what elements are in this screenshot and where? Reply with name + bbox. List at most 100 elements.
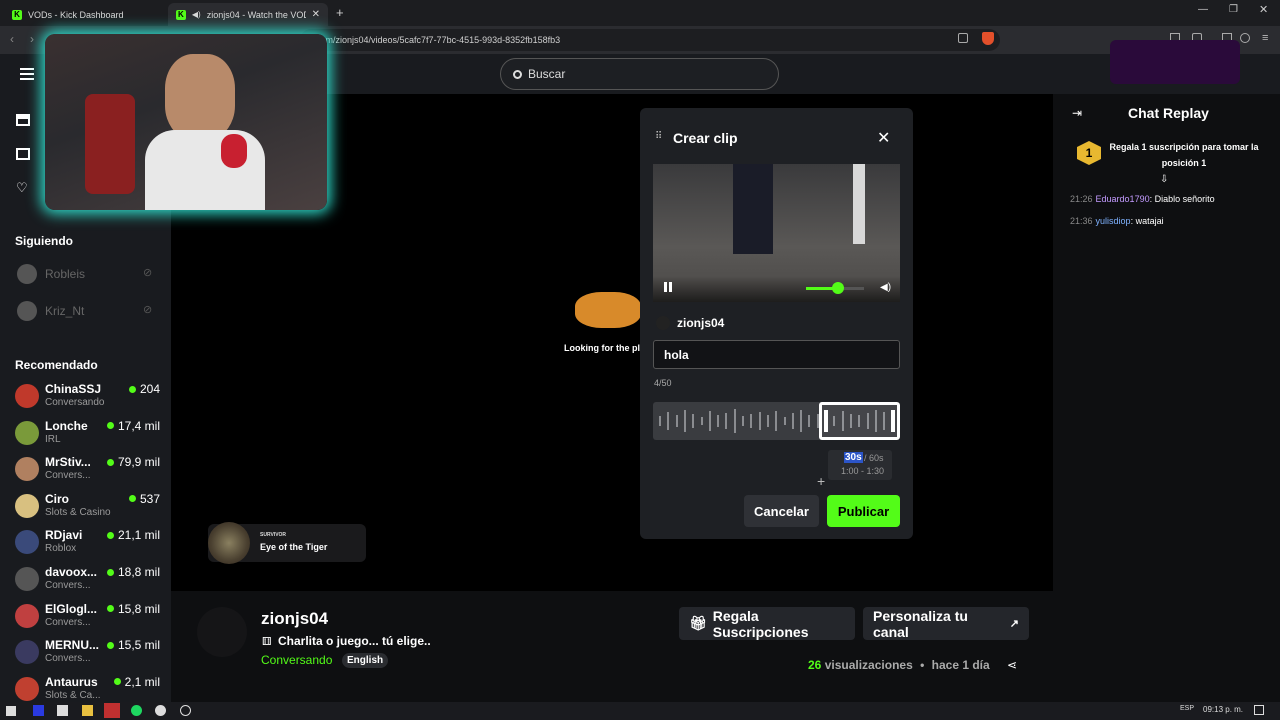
app-icon[interactable]	[180, 705, 191, 716]
collapse-chat-icon[interactable]: ⇥	[1072, 106, 1082, 120]
clip-preview[interactable]: ◀)	[653, 164, 900, 302]
waveform-bar	[667, 412, 670, 430]
gift-subs-button[interactable]: 🎁︎ Regala Suscripciones	[679, 607, 855, 640]
close-icon[interactable]: ✕	[877, 128, 890, 148]
channel-avatar[interactable]	[197, 607, 247, 657]
back-icon[interactable]: ‹	[10, 32, 14, 46]
live-dot-icon	[106, 641, 114, 649]
obs-icon[interactable]	[155, 705, 166, 716]
waveform-bar	[692, 414, 695, 428]
browse-icon[interactable]	[16, 148, 30, 160]
volume-slider[interactable]	[806, 282, 864, 294]
kick-favicon-icon: K	[176, 9, 186, 20]
clock[interactable]: 09:13 p. m.	[1203, 705, 1243, 714]
waveform-bar	[758, 412, 761, 430]
gift-rank: 1	[1085, 146, 1093, 160]
heart-icon[interactable]: ♡	[16, 180, 28, 196]
volume-icon[interactable]: ◀)	[880, 282, 891, 293]
following-item[interactable]: Robleis ⊘	[15, 262, 160, 286]
views-count: 26	[808, 658, 822, 672]
chat-time: 21:36	[1070, 216, 1093, 226]
dice-icon: ⚅	[262, 636, 272, 648]
home-icon[interactable]	[16, 114, 30, 126]
clip-timeline[interactable]	[653, 402, 900, 440]
chat-username[interactable]: Eduardo1790	[1096, 194, 1150, 204]
video-player[interactable]: Looking for the pl SURVIVOR Eye of the T…	[45, 34, 1053, 591]
language-indicator[interactable]: ESP	[1180, 705, 1194, 712]
maximize-icon[interactable]: ❐	[1229, 4, 1238, 15]
close-window-icon[interactable]: ✕	[1259, 3, 1268, 16]
language-tag[interactable]: English	[342, 653, 389, 668]
app-icon[interactable]	[33, 705, 44, 716]
viewer-count: 18,8 mil	[106, 565, 160, 579]
channel-category: Convers...	[45, 580, 91, 591]
range-handle-left[interactable]	[824, 410, 828, 432]
waveform-bar	[783, 417, 786, 425]
browser-tab-bar: K VODs - Kick Dashboard K ◀) zionjs04 - …	[0, 0, 1280, 26]
category-link[interactable]: Conversando	[261, 653, 332, 667]
recommended-channel[interactable]: RDjavi Roblox 21,1 mil	[15, 528, 160, 562]
spotify-icon[interactable]	[131, 705, 142, 716]
customize-channel-button[interactable]: Personaliza tu canal ↗	[863, 607, 1029, 640]
clip-range-selector[interactable]	[819, 402, 900, 440]
char-counter: 4/50	[654, 378, 672, 388]
folder-icon[interactable]	[82, 705, 93, 716]
search-input[interactable]: Buscar	[500, 58, 779, 90]
range-handle-right[interactable]	[891, 410, 895, 432]
browser-tab[interactable]: K VODs - Kick Dashboard	[4, 3, 164, 26]
viewer-count-value: 15,8 mil	[117, 601, 160, 616]
waveform-bar	[750, 414, 753, 428]
windows-start-icon[interactable]	[6, 706, 16, 716]
chair	[85, 94, 135, 194]
volume-handle[interactable]	[832, 282, 844, 294]
menu-icon[interactable]: ≡	[1262, 32, 1268, 44]
clip-title-input[interactable]: hola	[653, 340, 900, 369]
vpn-icon[interactable]	[1240, 33, 1250, 43]
channel-name: ChinaSSJ	[45, 382, 102, 396]
recommended-channel[interactable]: davoox... Convers... 18,8 mil	[15, 565, 160, 599]
tab-title: zionjs04 - Watch the VOD on	[206, 9, 306, 20]
recommended-channel[interactable]: Ciro Slots & Casino 537	[15, 492, 160, 526]
new-tab-icon[interactable]: +	[336, 5, 344, 20]
user-avatar[interactable]	[1110, 40, 1240, 84]
notification-icon[interactable]	[1254, 705, 1264, 715]
drag-handle-icon[interactable]: ⠿	[655, 131, 662, 142]
waveform-bar	[742, 416, 744, 426]
brave-shield-icon[interactable]	[982, 32, 994, 45]
avatar	[15, 420, 39, 445]
speaker-icon: ◀)	[191, 10, 201, 19]
brave-icon[interactable]	[104, 703, 120, 718]
modal-title: Crear clip	[673, 130, 738, 146]
viewer-count-value: 2,1 mil	[124, 674, 160, 689]
expand-icon[interactable]: ⇩	[1160, 174, 1168, 185]
app-icon[interactable]	[57, 705, 68, 716]
recommended-channel[interactable]: MrStiv... Convers... 79,9 mil	[15, 455, 160, 489]
recommended-channel[interactable]: MERNU... Convers... 15,5 mil	[15, 638, 160, 672]
hamburger-menu-icon[interactable]	[20, 68, 34, 80]
duration-selected: 30s	[844, 452, 863, 463]
forward-icon[interactable]: ›	[30, 32, 34, 46]
recommended-channel[interactable]: Lonche IRL 17,4 mil	[15, 419, 160, 453]
recommended-channel[interactable]: ElGlogl... Convers... 15,8 mil	[15, 602, 160, 636]
channel-category: Convers...	[45, 653, 91, 665]
viewer-count-value: 204	[139, 382, 160, 396]
minimize-icon[interactable]: —	[1198, 4, 1208, 15]
search-placeholder: Buscar	[528, 67, 566, 81]
following-item[interactable]: Kriz_Nt ⊘	[15, 299, 160, 323]
microphone	[221, 134, 247, 168]
browser-tab-active[interactable]: K ◀) zionjs04 - Watch the VOD on ✕	[168, 3, 328, 26]
channel-name: RDjavi	[45, 528, 83, 543]
share-icon[interactable]	[958, 33, 968, 43]
channel-category: Slots & Casino	[45, 506, 111, 518]
chat-username[interactable]: yulisdiop	[1096, 216, 1131, 226]
pause-icon[interactable]	[664, 282, 672, 292]
avatar	[15, 384, 39, 408]
recommended-channel[interactable]: ChinaSSJ Conversando 204	[15, 382, 160, 416]
gift-rank-badge: 1	[1077, 141, 1101, 165]
publish-button[interactable]: Publicar	[827, 495, 900, 527]
share-icon[interactable]: ⋖	[1007, 658, 1017, 672]
cancel-button[interactable]: Cancelar	[744, 495, 819, 527]
viewer-count-value: 21,1 mil	[117, 528, 160, 543]
channel-name[interactable]: zionjs04	[261, 609, 328, 629]
close-tab-icon[interactable]: ✕	[312, 9, 320, 20]
